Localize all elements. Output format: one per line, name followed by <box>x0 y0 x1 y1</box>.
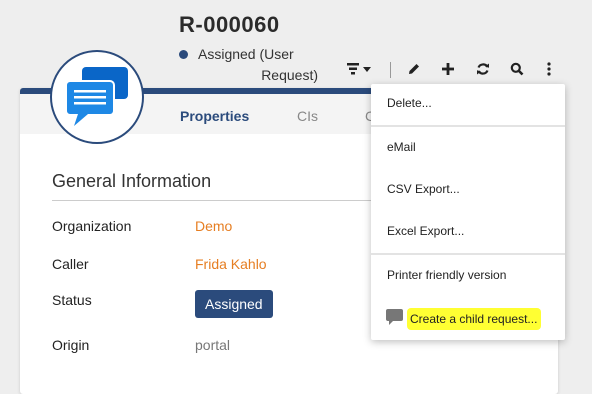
field-value-organization[interactable]: Demo <box>195 218 232 234</box>
menu-item-create-child-request[interactable]: Create a child request... <box>410 312 537 326</box>
add-button[interactable] <box>437 59 459 79</box>
menu-item-excel-export[interactable]: Excel Export... <box>387 224 464 238</box>
comment-icon <box>386 309 403 325</box>
field-label-caller: Caller <box>52 256 89 272</box>
menu-separator <box>371 253 565 255</box>
status-dot <box>179 50 188 59</box>
tab-cis[interactable]: CIs <box>297 108 318 124</box>
ticket-reference: R-000060 <box>179 12 280 37</box>
pencil-icon <box>409 64 419 74</box>
status-text: Assigned (User Request) <box>198 44 338 86</box>
menu-item-csv-export[interactable]: CSV Export... <box>387 182 460 196</box>
status-line-2: Request) <box>261 67 318 83</box>
refresh-icon <box>477 63 489 75</box>
more-actions-button[interactable] <box>539 59 559 79</box>
status-badge: Assigned <box>195 290 273 318</box>
menu-item-printer-friendly[interactable]: Printer friendly version <box>387 268 506 282</box>
filter-dropdown-button[interactable] <box>344 59 374 79</box>
search-icon <box>510 62 524 76</box>
section-title: General Information <box>52 171 212 191</box>
menu-separator <box>371 125 565 127</box>
plus-icon <box>442 63 454 75</box>
menu-item-email[interactable]: eMail <box>387 140 416 154</box>
refresh-button[interactable] <box>472 59 494 79</box>
field-value-origin: portal <box>195 337 231 353</box>
status-line-1: Assigned (User <box>198 46 294 62</box>
request-avatar <box>50 50 144 144</box>
field-label-origin: Origin <box>52 337 90 353</box>
filter-dropdown-icon <box>347 63 371 75</box>
field-value-caller[interactable]: Frida Kahlo <box>195 256 267 272</box>
field-label-organization: Organization <box>52 218 132 234</box>
more-vertical-icon <box>547 62 551 76</box>
toolbar-separator <box>390 62 391 78</box>
menu-item-delete[interactable]: Delete... <box>387 96 432 110</box>
field-label-status: Status <box>52 292 92 308</box>
search-button[interactable] <box>506 59 528 79</box>
edit-button[interactable] <box>403 59 425 79</box>
chat-bubbles-icon <box>65 67 128 126</box>
tab-properties[interactable]: Properties <box>180 108 249 124</box>
section-divider <box>52 200 384 201</box>
actions-dropdown-menu <box>371 84 565 340</box>
